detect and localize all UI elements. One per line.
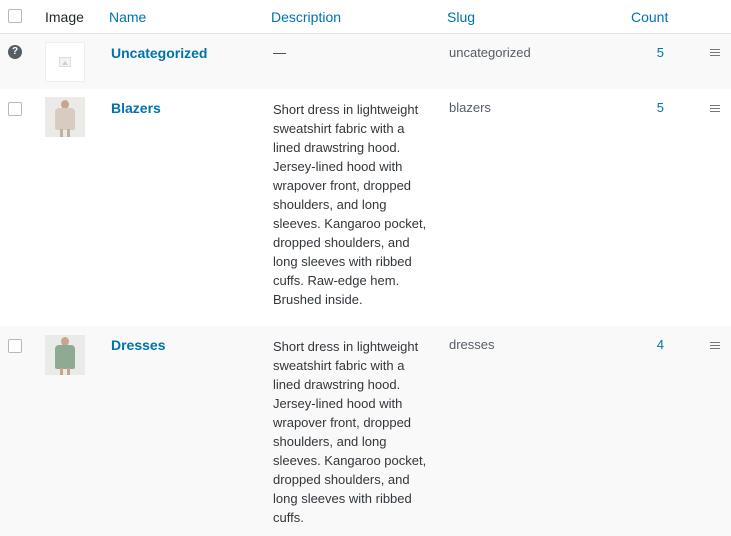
category-name-link[interactable]: Uncategorized [111,44,207,62]
category-description: — [273,45,286,60]
row-checkbox[interactable] [8,102,22,116]
category-count-link[interactable]: 5 [640,44,664,62]
category-description: Short dress in lightweight sweatshirt fa… [273,339,427,525]
column-header-description[interactable]: Description [271,9,341,25]
table-row: Dresses Short dress in lightweight sweat… [0,326,731,536]
drag-handle-icon[interactable] [710,342,720,350]
category-name-link[interactable]: Dresses [111,336,166,354]
table-row: Blazers Short dress in lightweight sweat… [0,89,731,326]
placeholder-image-icon [45,42,85,82]
column-header-image: Image [45,9,84,25]
select-all-checkbox[interactable] [8,9,22,23]
table-row: ? Uncategorized — uncategorized 5 [0,34,731,89]
column-header-name[interactable]: Name [109,9,146,25]
drag-handle-icon[interactable] [710,49,720,57]
blazer-thumbnail [45,97,85,137]
column-header-count[interactable]: Count [631,9,668,25]
row-checkbox[interactable] [8,339,22,353]
category-slug: blazers [449,100,491,115]
category-count-link[interactable]: 5 [640,99,664,117]
table-header: Image Name Description Slug Count [0,0,731,34]
drag-handle-icon[interactable] [710,105,720,113]
category-description: Short dress in lightweight sweatshirt fa… [273,102,427,307]
category-name-link[interactable]: Blazers [111,99,161,117]
column-header-slug[interactable]: Slug [447,9,475,25]
category-count-link[interactable]: 4 [640,336,664,354]
help-icon[interactable]: ? [8,45,22,59]
category-slug: dresses [449,337,495,352]
category-slug: uncategorized [449,45,531,60]
dress-thumbnail [45,335,85,375]
